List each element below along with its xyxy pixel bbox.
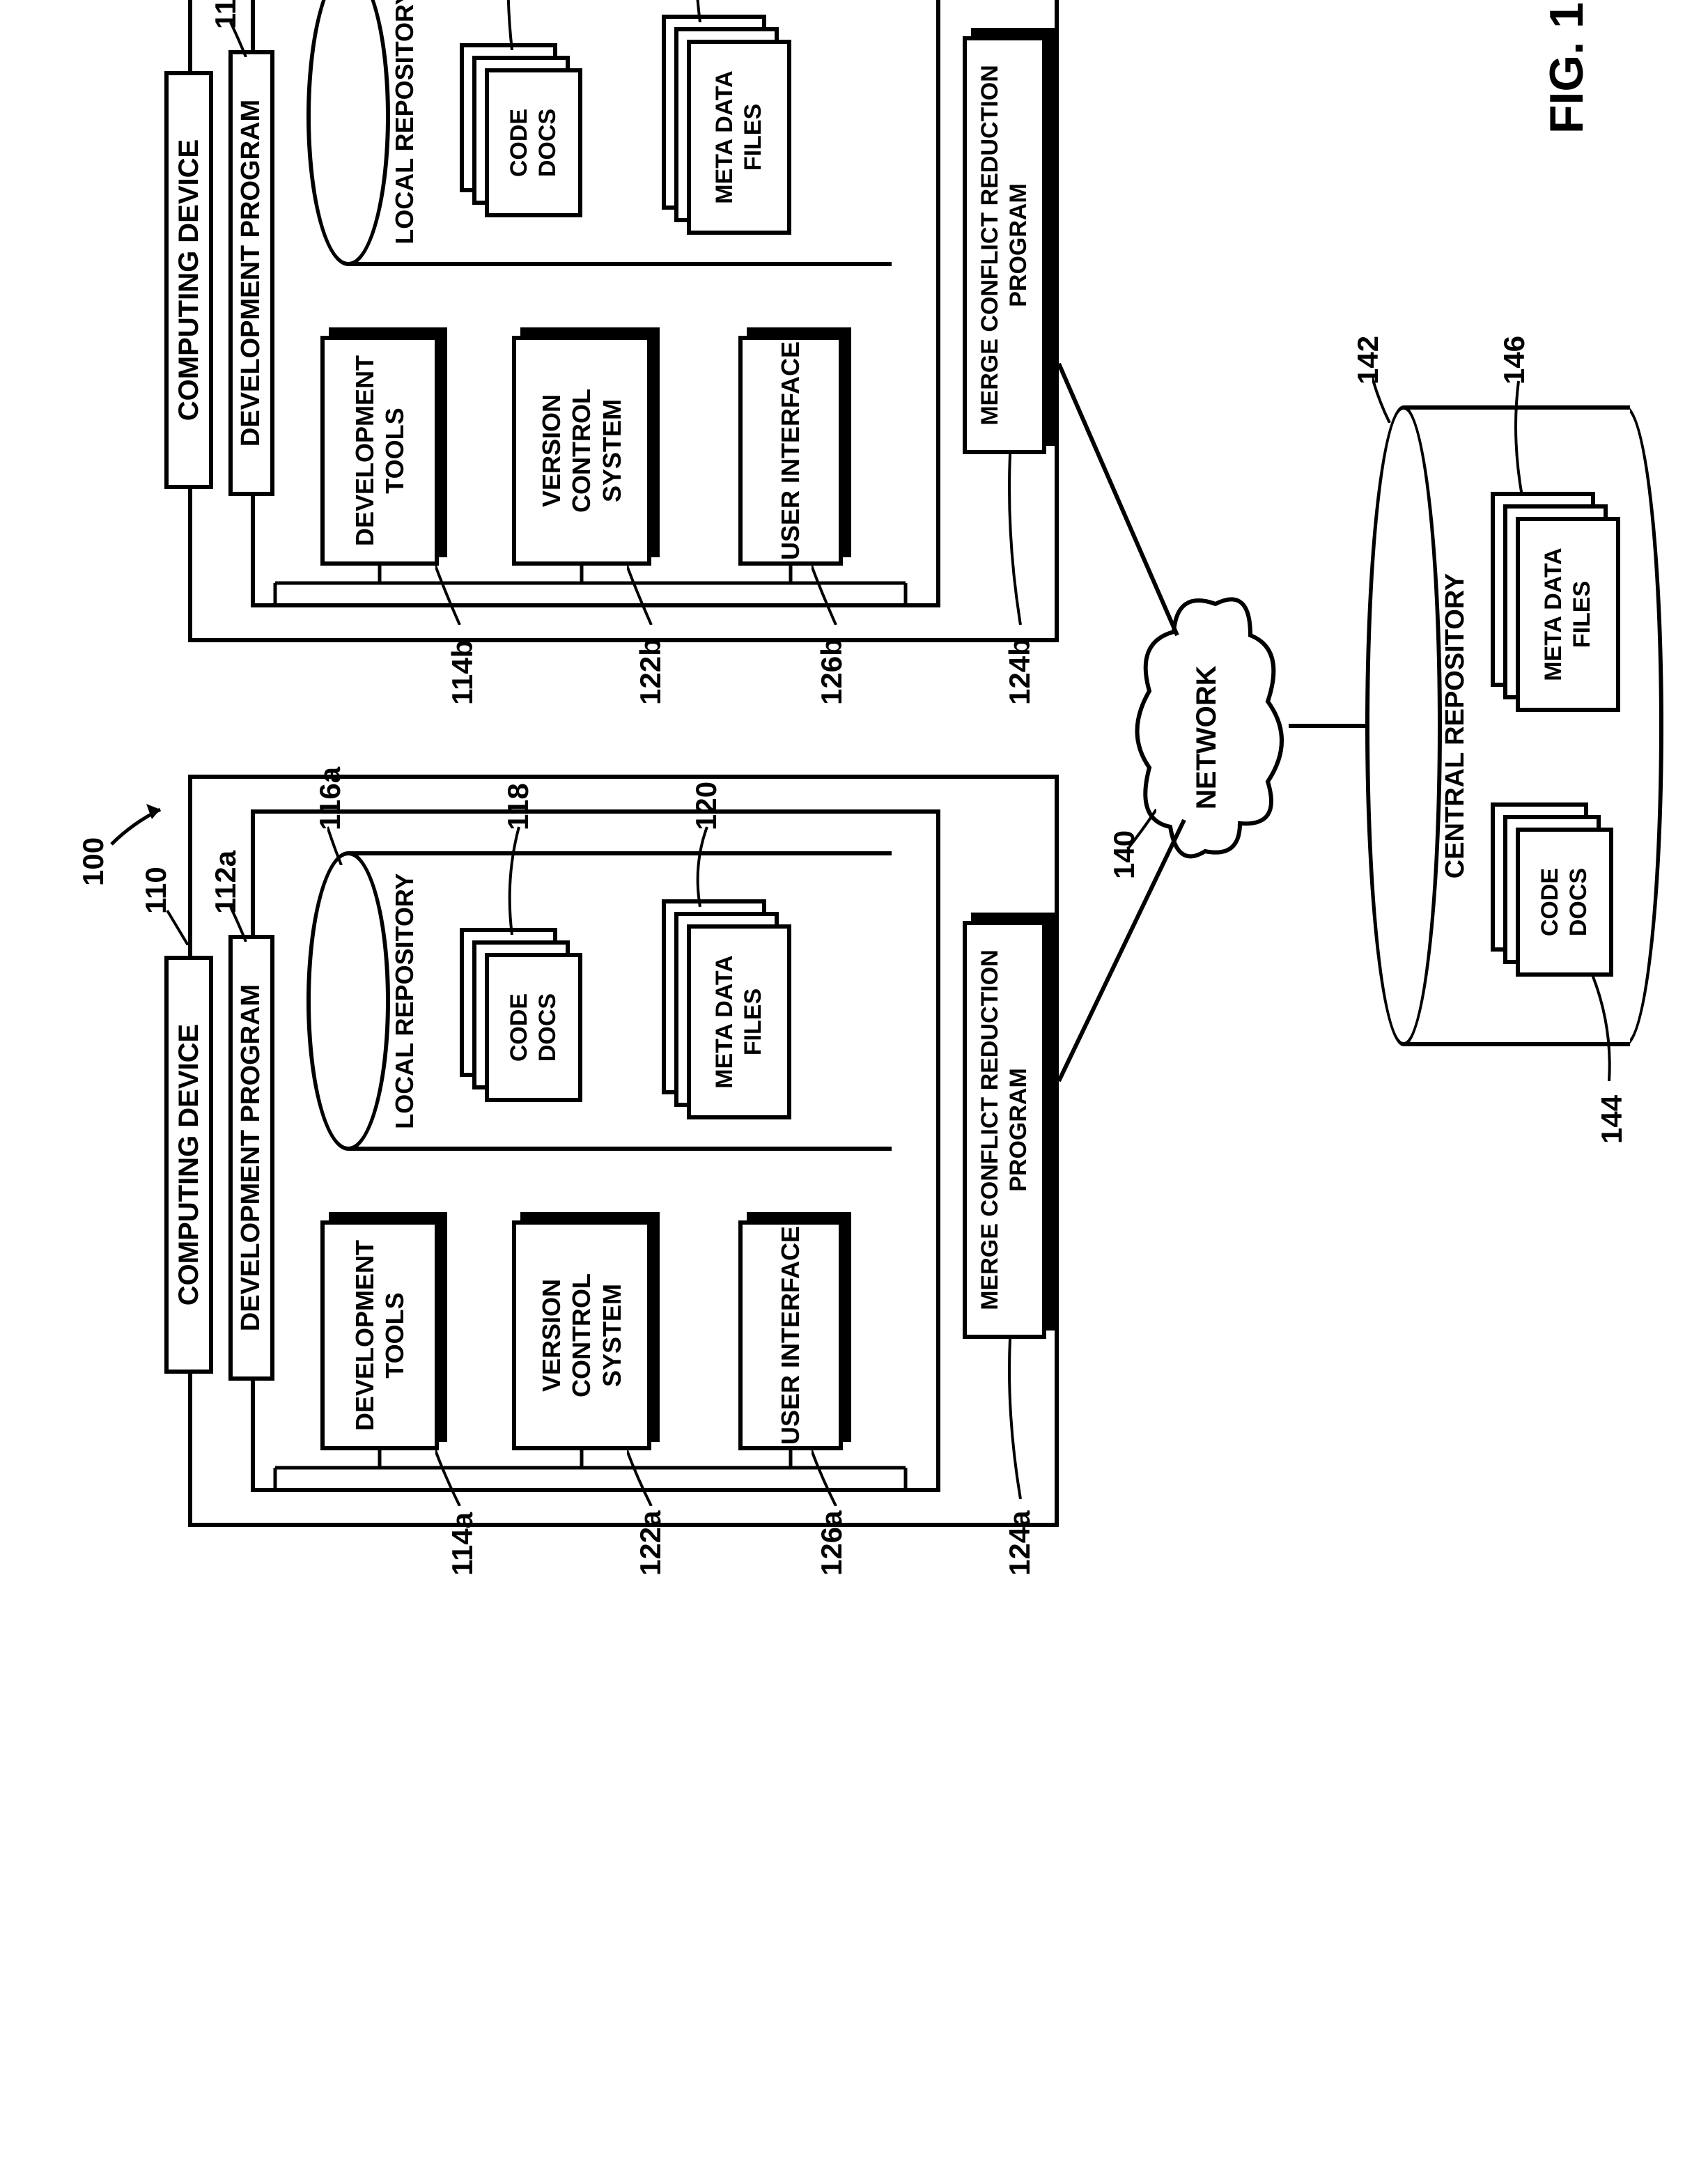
ref-122b: 122b <box>634 638 667 705</box>
ref-144: 144 <box>1595 1095 1629 1144</box>
ref-124b: 124b <box>1003 638 1037 705</box>
dev-tools-a: DEVELOPMENT TOOLS <box>320 1220 439 1450</box>
dev-tools-b: DEVELOPMENT TOOLS <box>320 336 439 566</box>
dev-program-a-title: DEVELOPMENT PROGRAM <box>228 935 274 1381</box>
ref-114a: 114a <box>446 1512 479 1576</box>
ref-114b: 114b <box>446 640 479 705</box>
local-repo-b: LOCAL REPOSITORY <box>306 0 892 266</box>
ref-126b: 126b <box>815 638 848 705</box>
leader-122a <box>627 1443 655 1506</box>
leader-144 <box>1588 970 1616 1081</box>
leader-126b <box>812 559 839 625</box>
leader-140 <box>1128 806 1156 848</box>
vcs-b: VERSION CONTROL SYSTEM <box>512 336 651 566</box>
leader-114a <box>435 1443 463 1506</box>
leader-116a <box>327 823 348 865</box>
device-b-title: COMPUTING DEVICE <box>164 71 213 489</box>
central-repo-title: CENTRAL REPOSITORY <box>1441 405 1470 1046</box>
local-repo-a-title: LOCAL REPOSITORY <box>390 851 419 1151</box>
central-code-docs: CODE DOCS <box>1491 802 1609 977</box>
meta-a: META DATA FILES <box>662 897 794 1119</box>
leader-120 <box>690 823 717 907</box>
local-repo-a: LOCAL REPOSITORY <box>306 851 892 1151</box>
code-docs-a: CODE DOCS <box>460 928 578 1102</box>
meta-b: META DATA FILES <box>662 12 794 235</box>
leader-134 <box>690 0 717 22</box>
leader-132 <box>502 0 529 50</box>
ref-126a: 126a <box>815 1511 848 1576</box>
device-a-title: COMPUTING DEVICE <box>164 956 213 1374</box>
leader-146 <box>1508 378 1536 496</box>
central-meta: META DATA FILES <box>1491 489 1623 712</box>
code-docs-b: CODE DOCS <box>460 43 578 217</box>
merge-a: MERGE CONFLICT REDUCTION PROGRAM <box>963 921 1046 1339</box>
leader-112b <box>228 19 256 57</box>
local-repo-b-title: LOCAL REPOSITORY <box>390 0 419 266</box>
leader-114b <box>435 559 463 625</box>
ref-124a: 124a <box>1003 1511 1037 1576</box>
leader-124b <box>1003 447 1031 625</box>
leader-126a <box>812 1443 839 1506</box>
leader-112a <box>228 903 256 942</box>
figure-title: FIG. 1 <box>1539 2 1594 134</box>
network-label: NETWORK <box>1191 665 1222 809</box>
vcs-a: VERSION CONTROL SYSTEM <box>512 1220 651 1450</box>
leader-110 <box>164 903 199 945</box>
ref-122a: 122a <box>634 1511 667 1576</box>
ref-116a: 116a <box>313 767 347 830</box>
merge-b: MERGE CONFLICT REDUCTION PROGRAM <box>963 36 1046 454</box>
leader-118 <box>502 823 529 935</box>
arrow-100 <box>104 789 181 851</box>
dev-program-b-title: DEVELOPMENT PROGRAM <box>228 50 274 496</box>
ui-b: USER INTERFACE <box>738 336 843 566</box>
ui-a: USER INTERFACE <box>738 1220 843 1450</box>
leader-124a <box>1003 1332 1031 1499</box>
leader-122b <box>627 559 655 625</box>
leader-142 <box>1372 374 1393 423</box>
